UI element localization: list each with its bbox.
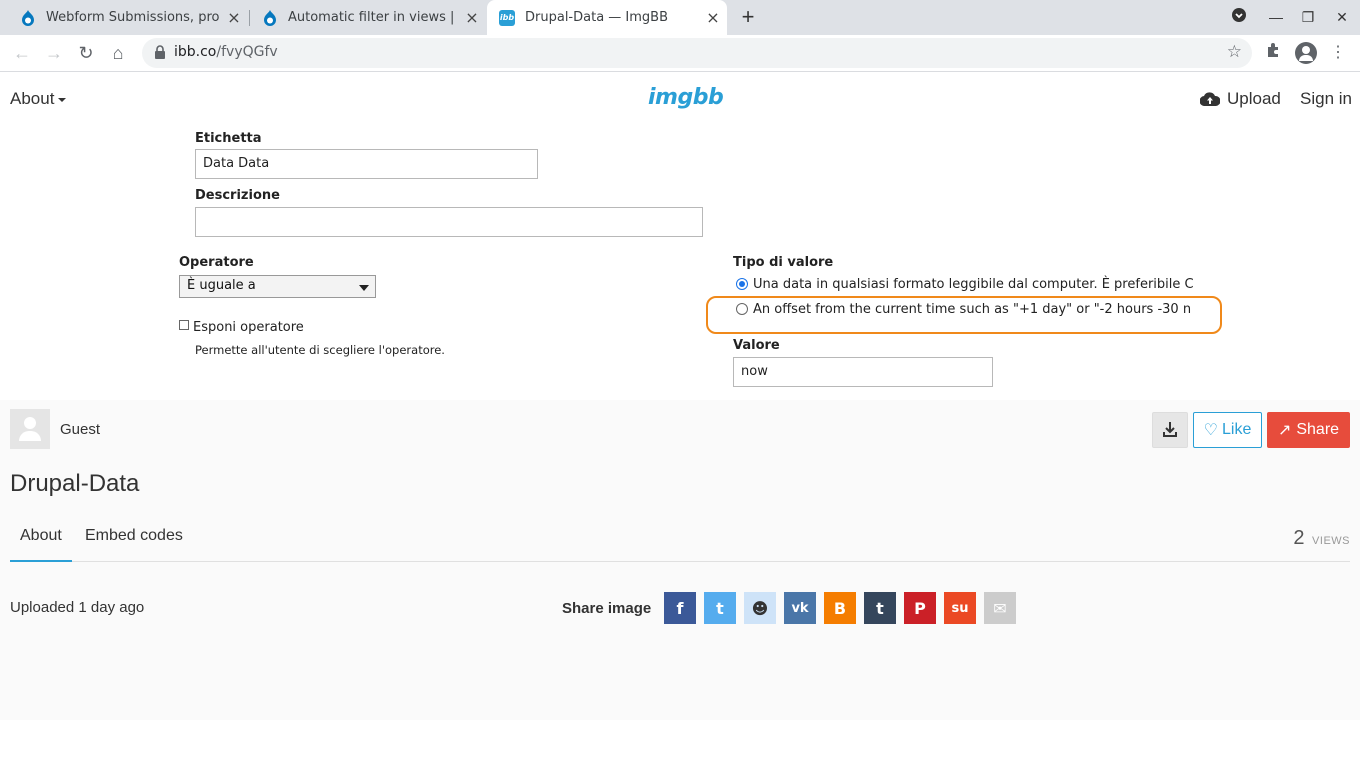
bookmark-star-icon[interactable]: ☆ (1227, 42, 1242, 62)
tab-about[interactable]: About (10, 527, 72, 562)
about-menu[interactable]: About (10, 89, 67, 109)
upload-time: Uploaded 1 day ago (10, 599, 145, 616)
drupal-icon (20, 9, 36, 26)
esponi-checkbox (179, 320, 189, 330)
browser-tab-views[interactable]: Automatic filter in views | Dru × (250, 0, 486, 35)
site-header: About imgbb Upload Sign in (0, 73, 1360, 125)
cloud-upload-icon (1200, 92, 1220, 106)
caret-down-icon (58, 97, 67, 102)
browser-menu-icon[interactable]: ⋮ (1327, 42, 1349, 64)
sign-in-link[interactable]: Sign in (1300, 89, 1352, 109)
browser-toolbar: ← → ↻ ⌂ ibb.co/fvyQGfv ☆ ⋮ (0, 35, 1360, 72)
reload-button[interactable]: ↻ (74, 41, 98, 65)
extensions-icon[interactable] (1262, 42, 1284, 64)
orange-highlight-box (706, 296, 1222, 334)
dropdown-arrow-icon (359, 285, 369, 291)
close-tab-icon[interactable]: × (699, 8, 727, 27)
tipo-label: Tipo di valore (733, 255, 834, 270)
info-tabs: About Embed codes (10, 518, 1350, 562)
profile-avatar[interactable] (1295, 42, 1317, 64)
username[interactable]: Guest (60, 421, 100, 438)
stumbleupon-icon[interactable]: su (944, 592, 976, 624)
home-button[interactable]: ⌂ (106, 41, 130, 65)
esponi-label: Esponi operatore (193, 320, 304, 335)
twitter-icon[interactable]: t (704, 592, 736, 624)
imgbb-logo[interactable]: imgbb (648, 85, 724, 110)
browser-tab-bar: Webform Submissions, probl × Automatic f… (0, 0, 1360, 35)
reddit-icon[interactable]: ☻ (744, 592, 776, 624)
upload-button[interactable]: Upload (1200, 89, 1281, 109)
share-icon: ↗ (1277, 422, 1292, 439)
new-tab-button[interactable]: + (736, 4, 760, 30)
drupal-icon (262, 9, 278, 26)
download-button[interactable] (1152, 412, 1188, 448)
share-button[interactable]: ↗ Share (1267, 412, 1350, 448)
lock-icon (155, 45, 165, 59)
vk-icon[interactable]: vk (784, 592, 816, 624)
valore-field: now (733, 357, 993, 387)
browser-tab-webform[interactable]: Webform Submissions, probl × (8, 0, 248, 35)
close-tab-icon[interactable]: × (220, 8, 248, 27)
tab-embed-codes[interactable]: Embed codes (85, 527, 183, 545)
valore-label: Valore (733, 338, 780, 353)
tab-title: Drupal-Data — ImgBB (525, 10, 669, 25)
restore-button[interactable]: ❐ (1297, 7, 1319, 27)
like-button[interactable]: ♡ Like (1193, 412, 1262, 448)
uploaded-image: Etichetta Data Data Descrizione Operator… (0, 125, 1360, 400)
image-title: Drupal-Data (10, 470, 140, 497)
share-image-label: Share image (562, 600, 652, 617)
pinterest-icon[interactable]: P (904, 592, 936, 624)
forward-button[interactable]: → (42, 41, 66, 65)
address-bar[interactable]: ibb.co/fvyQGfv ☆ (142, 38, 1252, 68)
etichetta-label: Etichetta (195, 131, 262, 146)
email-icon[interactable]: ✉ (984, 592, 1016, 624)
views-counter: 2 VIEWS (1293, 527, 1350, 549)
close-tab-icon[interactable]: × (458, 8, 486, 27)
browser-tab-imgbb[interactable]: ibb Drupal-Data — ImgBB × (487, 0, 727, 35)
url-text: ibb.co/fvyQGfv (174, 44, 278, 60)
heart-icon: ♡ (1203, 422, 1218, 439)
operatore-select: È uguale a (179, 275, 376, 298)
tumblr-icon[interactable]: t (864, 592, 896, 624)
facebook-icon[interactable]: f (664, 592, 696, 624)
imgbb-icon: ibb (499, 9, 515, 26)
tab-title: Automatic filter in views | Dru (288, 10, 458, 25)
radio-date (736, 278, 748, 290)
etichetta-field: Data Data (195, 149, 538, 179)
esponi-help: Permette all'utente di scegliere l'opera… (195, 343, 445, 357)
descrizione-field (195, 207, 703, 237)
download-icon (1163, 422, 1177, 437)
blogger-icon[interactable]: B (824, 592, 856, 624)
descrizione-label: Descrizione (195, 188, 280, 203)
user-avatar[interactable] (10, 409, 50, 449)
close-window-button[interactable]: ✕ (1331, 7, 1353, 27)
radio-date-label: Una data in qualsiasi formato leggibile … (753, 277, 1194, 292)
image-info-section: Guest ♡ Like ↗ Share Drupal-Data About Emb… (0, 400, 1360, 720)
tab-search-icon[interactable] (1228, 7, 1250, 27)
tab-title: Webform Submissions, probl (46, 10, 220, 25)
operatore-label: Operatore (179, 255, 254, 270)
minimize-button[interactable]: — (1265, 7, 1287, 27)
back-button[interactable]: ← (10, 41, 34, 65)
